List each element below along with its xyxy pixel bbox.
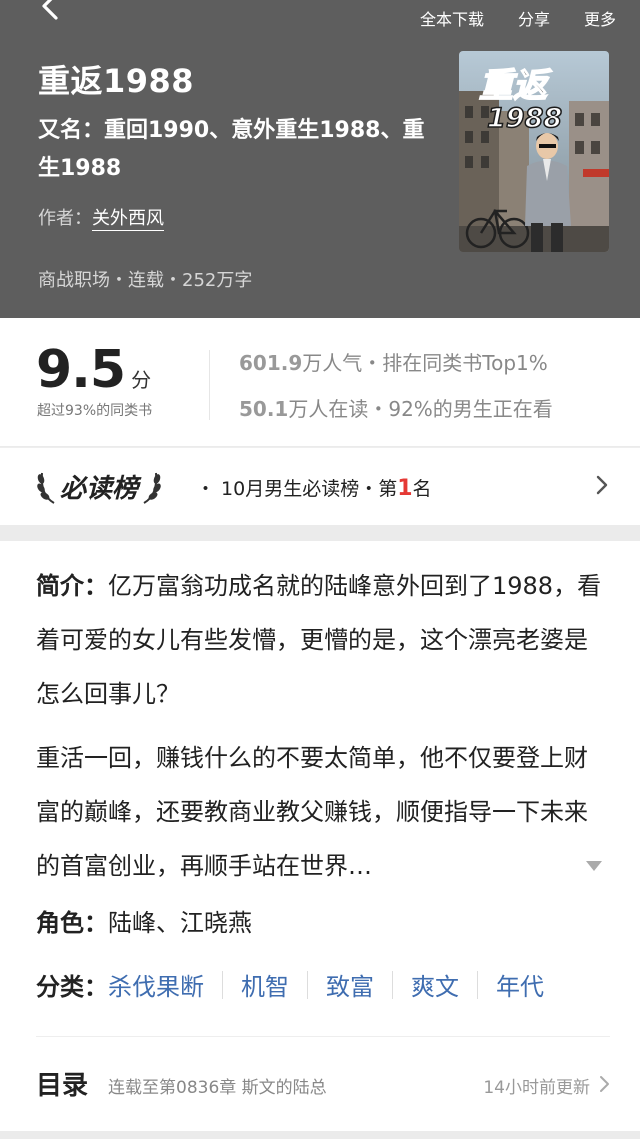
author-link[interactable]: 关外西风 [92,208,164,231]
tag-item[interactable]: 机智 [241,967,289,1002]
popularity-text: 万人气・排在同类书Top1% [302,351,548,375]
rank-description: ・ 10月男生必读榜・第1名 [196,474,432,501]
download-all-button[interactable]: 全本下载 [420,6,484,30]
tag-divider [307,970,308,999]
expand-triangle-icon[interactable] [584,859,604,873]
book-alias: 又名：重回1990、意外重生1988、重生1988 [38,118,425,181]
tag-divider [392,970,393,999]
popularity-line: 601.9万人气・排在同类书Top1% [239,347,548,376]
author-row: 作者：关外西风 [38,204,164,231]
tag-item[interactable]: 致富 [326,967,374,1002]
back-arrow-icon[interactable] [32,0,66,26]
author-label: 作者： [38,208,92,229]
more-button[interactable]: 更多 [584,6,616,30]
tag-item[interactable]: 爽文 [411,967,459,1002]
table-of-contents-row[interactable]: 目录 连载至第0836章 斯文的陆总 14小时前更新 [36,1065,612,1105]
share-button[interactable]: 分享 [518,6,550,30]
score-value: 9.5 [36,340,126,400]
intro-card: 简介：亿万富翁功成名就的陆峰意外回到了1988，看着可爱的女儿有些发懵，更懵的是… [0,541,640,1131]
intro-paragraph-2[interactable]: 重活一回，赚钱什么的不要太简单，他不仅要登上财富的巅峰，还要教商业教父赚钱，顺便… [36,731,611,893]
rank-number: 1 [397,476,413,501]
toc-updated-time: 14小时前更新 [483,1078,590,1098]
stats-divider [209,350,210,420]
must-read-badge: 必读榜 [36,468,162,505]
top-actions: 全本下载 分享 更多 [420,6,616,30]
book-cover[interactable]: 重返 1988 [459,51,609,252]
section-divider [36,1036,610,1037]
tag-item[interactable]: 年代 [496,967,544,1002]
readers-line: 50.1万人在读・92%的男生正在看 [239,393,553,422]
roles-row: 角色：陆峰、江晓燕 [36,903,252,938]
book-cover-art: 重返 1988 [459,51,609,252]
laurel-left-icon [37,472,55,504]
chevron-right-icon [600,1076,609,1092]
book-meta: 商战职场・连载・252万字 [38,270,253,291]
book-title: 重返1988 [38,62,195,100]
category-label: 分类： [36,973,108,1001]
roles-value: 陆峰、江晓燕 [108,909,252,937]
laurel-right-icon [143,472,161,504]
badge-text: 必读榜 [60,474,139,504]
ranking-row[interactable]: 必读榜 ・ 10月男生必读榜・第1名 [0,447,640,525]
tag-item[interactable]: 杀伐果断 [108,967,204,1002]
readers-number: 50.1 [239,397,289,421]
intro-text-1: 亿万富翁功成名就的陆峰意外回到了1988，看着可爱的女儿有些发懵，更懵的是，这个… [36,572,602,708]
score-subtitle: 超过93%的同类书 [37,403,153,419]
readers-text: 万人在读・92%的男生正在看 [288,397,553,421]
intro-paragraph-1: 简介：亿万富翁功成名就的陆峰意外回到了1988，看着可爱的女儿有些发懵，更懵的是… [36,559,611,721]
tag-divider [477,970,478,999]
category-tags: 分类： 杀伐果断 机智 致富 爽文 年代 [36,967,544,1002]
cover-year-text: 1988 [487,103,562,134]
toc-title: 目录 [36,1071,89,1101]
book-header: 全本下载 分享 更多 重返1988 又名：重回1990、意外重生1988、重生1… [0,0,640,318]
rank-suffix: 名 [412,478,432,500]
popularity-number: 601.9 [239,351,303,375]
cover-title-text: 重返 [479,66,553,106]
tag-divider [222,970,223,999]
rank-prefix: ・ 10月男生必读榜・第 [196,478,398,500]
toc-latest-chapter: 连载至第0836章 斯文的陆总 [108,1078,327,1098]
score: 9.5 分 [36,340,151,400]
chevron-right-icon [596,475,608,495]
roles-label: 角色： [36,909,108,937]
intro-label: 简介： [36,572,108,600]
score-unit: 分 [131,368,152,392]
